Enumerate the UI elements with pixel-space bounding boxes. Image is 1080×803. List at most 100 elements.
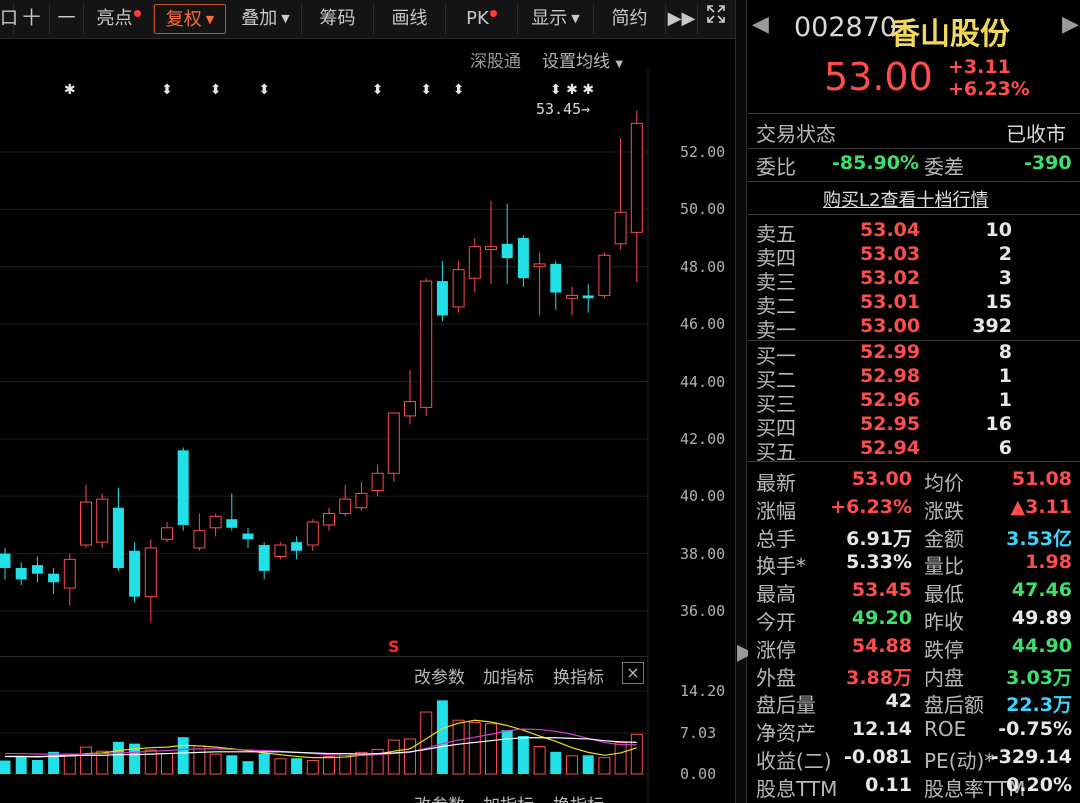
trade-status-label: 交易状态: [756, 122, 836, 146]
stat-value: 47.46: [1011, 579, 1072, 602]
switch-indicator-button[interactable]: 换指标: [553, 663, 604, 688]
toolbar-button-1[interactable]: 十: [14, 4, 50, 34]
chevron-down-icon: ▼: [571, 12, 580, 25]
toolbar-button-9[interactable]: 显示 ▼: [518, 4, 594, 34]
candle-body: [630, 122, 643, 233]
panel-divider[interactable]: ▶: [735, 0, 754, 803]
price-tick-label: 44.00: [680, 372, 726, 391]
stat-label: 换手*: [756, 554, 806, 579]
stat-value: 0.20%: [1006, 773, 1072, 796]
stat-label: 内盘: [924, 665, 964, 690]
exchange-label: 深股通: [470, 52, 521, 72]
ask-price: 53.02: [860, 267, 921, 289]
event-marker-icon: ✱: [582, 82, 594, 98]
candle-body: [63, 558, 76, 589]
price-tick-label: 46.00: [680, 315, 726, 334]
candle-body: [550, 263, 562, 293]
volume-bar: [614, 741, 627, 775]
stat-label: 股息TTM: [756, 776, 838, 801]
volume-bar: [436, 700, 448, 774]
volume-bar: [209, 753, 222, 775]
close-icon[interactable]: ×: [622, 662, 644, 684]
ma-setting-button[interactable]: 设置均线 ▼: [542, 47, 623, 72]
ma-setting-label: 设置均线: [542, 52, 610, 72]
candle-body: [258, 545, 270, 571]
stat-value: ▲3.11: [1010, 495, 1073, 518]
toolbar-button-3[interactable]: 亮点: [84, 4, 154, 34]
ask-level-label: 卖一: [756, 318, 796, 342]
bid-price: 52.98: [860, 365, 921, 387]
stat-label: 金额: [924, 526, 964, 551]
event-marker-icon: ⬍: [161, 82, 173, 98]
candle-body: [48, 573, 60, 583]
candle-body: [144, 547, 157, 598]
toolbar-button-label: ▶▶: [667, 8, 696, 29]
bid-price: 52.99: [860, 341, 921, 363]
change-params-button[interactable]: 改参数: [414, 663, 465, 688]
volume-tick-label: 0.00: [680, 765, 717, 783]
stat-value: +6.23%: [830, 495, 912, 518]
stock-code: 002870: [794, 12, 898, 43]
add-indicator-button[interactable]: 加指标: [483, 663, 534, 688]
stat-value: 44.90: [1011, 634, 1072, 657]
prev-stock-icon[interactable]: ◀: [752, 12, 769, 37]
candle-body: [468, 246, 481, 279]
event-marker-icon: ⬍: [453, 82, 465, 98]
toolbar-button-label: 画线: [391, 8, 428, 29]
indicator-toolbar: 改参数 加指标 换指标 ×: [0, 656, 648, 691]
stat-value: 54.88: [851, 634, 912, 657]
chevron-down-icon: ▼: [281, 12, 290, 25]
candlestick-chart[interactable]: ✱ ⬍ ⬍ ⬍ ⬍ ⬍ ⬍ ⬍ ✱ ✱S: [0, 70, 735, 803]
candle-body: [193, 530, 206, 549]
event-marker-icon: ✱: [566, 82, 578, 98]
candle-body: [80, 501, 92, 546]
toolbar-button-2[interactable]: 一: [50, 4, 84, 34]
stat-label: 最新: [756, 471, 796, 495]
stock-name: 香山股份: [890, 17, 1010, 52]
toolbar-button-6[interactable]: 筹码: [302, 4, 374, 34]
candle-body: [420, 280, 433, 408]
candle-body: [355, 492, 368, 509]
stat-value: 42: [885, 690, 912, 713]
stat-value: 49.20: [851, 607, 912, 629]
toolbar-button-0[interactable]: 口: [0, 4, 18, 34]
expand-icon[interactable]: [700, 4, 732, 34]
candle-body: [226, 519, 238, 528]
volume-bar: [533, 746, 546, 775]
volume-bar: [468, 722, 481, 775]
trade-status-value: 已收市: [1006, 122, 1066, 146]
toolbar-button-5[interactable]: 叠加 ▼: [230, 4, 302, 34]
candle-body: [387, 412, 400, 474]
stat-value: 51.08: [1011, 468, 1072, 490]
toolbar-button-4[interactable]: 复权 ▼: [154, 4, 226, 34]
ask-volume: 2: [998, 243, 1012, 265]
next-stock-icon[interactable]: ▶: [1062, 12, 1079, 37]
candle-body: [436, 281, 448, 316]
volume-bar: [193, 745, 206, 775]
ask-volume: 15: [985, 291, 1012, 313]
ask-price: 53.01: [860, 291, 921, 313]
stat-label: 涨停: [756, 637, 796, 662]
weicha-value: -390: [1024, 152, 1072, 174]
switch-indicator-button-2[interactable]: 换指标: [553, 791, 604, 803]
bid-volume: 1: [998, 389, 1012, 411]
toolbar-button-label: 亮点: [96, 8, 133, 29]
event-marker-icon: ⬍: [550, 82, 562, 98]
stat-value: 0.11: [865, 773, 912, 796]
change-params-button-2[interactable]: 改参数: [414, 791, 465, 803]
volume-bar: [63, 754, 76, 775]
buy-l2-link[interactable]: 购买L2查看十档行情: [823, 186, 988, 212]
toolbar-button-10[interactable]: 简约: [594, 4, 666, 34]
notification-dot-icon: [133, 10, 141, 17]
price-change: +3.11: [948, 56, 1011, 78]
stat-label: 涨跌: [924, 498, 964, 523]
volume-bar: [323, 755, 335, 775]
stat-label: 盘后额: [924, 693, 984, 718]
add-indicator-button-2[interactable]: 加指标: [483, 791, 534, 803]
toolbar-button-8[interactable]: PK: [446, 4, 518, 34]
candle-body: [452, 269, 465, 308]
toolbar-button-7[interactable]: 画线: [374, 4, 446, 34]
volume-bar: [80, 746, 92, 775]
volume-bar: [112, 741, 124, 774]
toolbar-button-11[interactable]: ▶▶: [666, 4, 698, 34]
